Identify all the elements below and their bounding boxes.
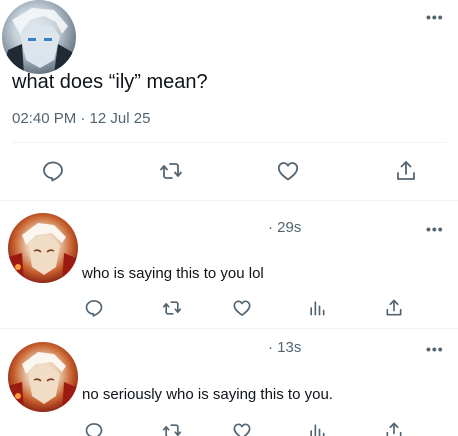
avatar-art <box>8 223 78 283</box>
like-icon <box>233 423 251 436</box>
reply-button[interactable] <box>79 293 109 323</box>
repost-button[interactable] <box>157 293 187 323</box>
views-icon <box>310 301 325 316</box>
views-icon <box>310 424 325 436</box>
reply-timestamp: · 29s <box>268 219 302 236</box>
avatar-art <box>8 352 78 412</box>
repost-button[interactable] <box>156 156 186 186</box>
reply-action-bar <box>0 293 458 323</box>
share-icon <box>386 422 402 436</box>
share-button[interactable] <box>379 293 409 323</box>
repost-button[interactable] <box>157 416 187 436</box>
share-icon <box>397 161 415 180</box>
divider <box>0 328 458 329</box>
more-options-button[interactable]: ••• <box>426 10 446 24</box>
share-button[interactable] <box>379 416 409 436</box>
reply-icon <box>85 300 103 317</box>
avatar[interactable] <box>8 213 78 283</box>
like-button[interactable] <box>273 156 303 186</box>
reply-button[interactable] <box>38 156 68 186</box>
post-action-bar <box>0 156 458 186</box>
like-button[interactable] <box>227 416 257 436</box>
share-button[interactable] <box>391 156 421 186</box>
avatar[interactable] <box>8 342 78 412</box>
reply-text: no seriously who is saying this to you. <box>82 386 333 403</box>
post-text: what does “ily” mean? <box>12 71 208 93</box>
like-icon <box>233 300 251 316</box>
repost-icon <box>160 163 182 179</box>
reply-icon <box>85 423 103 436</box>
reply-timestamp: · 13s <box>268 339 302 356</box>
views-button[interactable] <box>302 416 332 436</box>
like-icon <box>277 162 299 181</box>
divider <box>0 200 458 201</box>
reply-button[interactable] <box>79 416 109 436</box>
reply-action-bar <box>0 416 458 436</box>
thread-view: ••• what does “ily” mean? 02:40 PM · 12 … <box>0 0 458 436</box>
reply-icon <box>43 161 63 182</box>
views-button[interactable] <box>302 293 332 323</box>
like-button[interactable] <box>227 293 257 323</box>
post-timestamp: 02:40 PM · 12 Jul 25 <box>12 110 151 127</box>
avatar-art <box>2 8 76 74</box>
more-options-button[interactable]: ••• <box>426 342 446 356</box>
avatar[interactable] <box>2 0 76 74</box>
divider <box>12 142 446 143</box>
more-options-button[interactable]: ••• <box>426 222 446 236</box>
reply-text: who is saying this to you lol <box>82 265 264 282</box>
share-icon <box>386 299 402 316</box>
repost-icon <box>162 424 182 436</box>
repost-icon <box>162 301 182 315</box>
